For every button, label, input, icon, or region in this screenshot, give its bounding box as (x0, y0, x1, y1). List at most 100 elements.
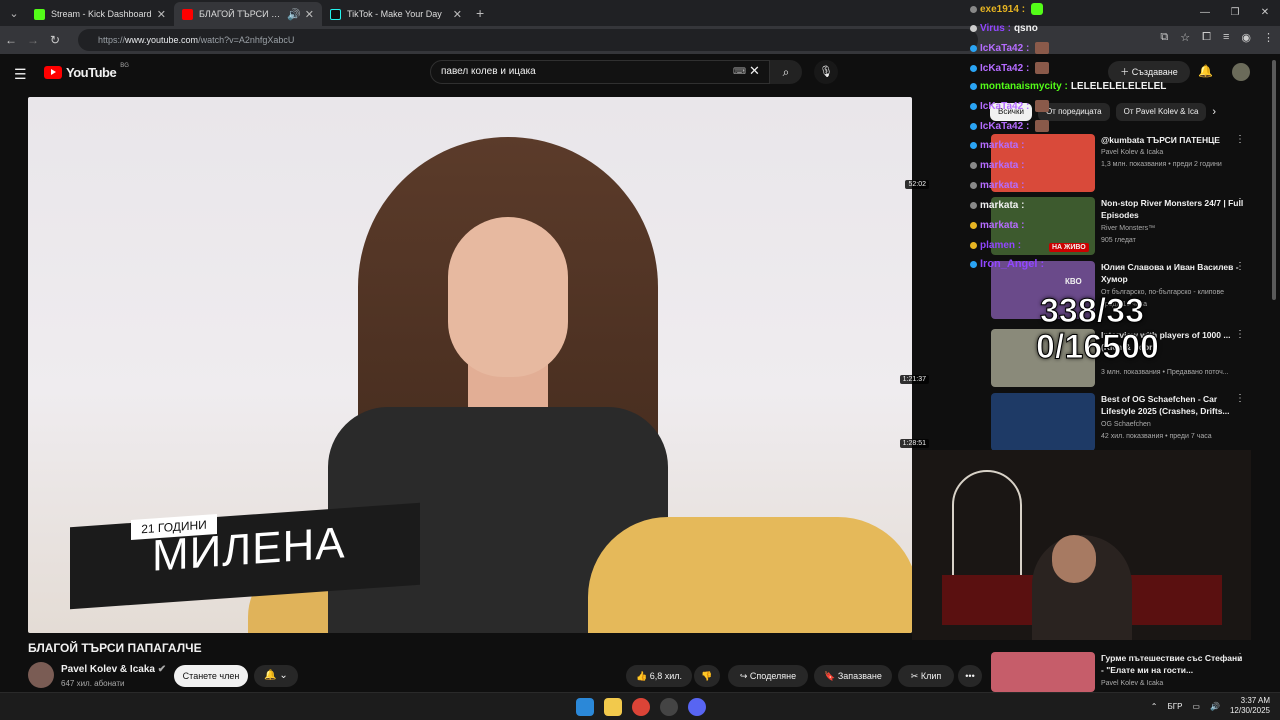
obs-icon[interactable] (660, 698, 678, 716)
new-tab-button[interactable]: + (476, 5, 484, 21)
chat-message: IcKaTa42 : (970, 62, 1050, 74)
cast-icon[interactable]: ⧉ (1160, 31, 1168, 44)
suggested-channel[interactable]: Pavel Kolev & Icaka (1101, 149, 1163, 156)
suggested-video[interactable]: НА ЖИВО Non-stop River Monsters 24/7 | F… (991, 197, 1261, 255)
share-label: Споделяне (749, 671, 797, 681)
reload-icon[interactable]: ↻ (44, 33, 66, 47)
suggested-channel[interactable]: River Monsters™ (1101, 225, 1155, 232)
clock[interactable]: 3:37 AM 12/30/2025 (1230, 696, 1270, 716)
more-vert-icon[interactable]: ⋮ (1235, 329, 1245, 340)
close-icon[interactable]: ✕ (157, 8, 166, 21)
create-button[interactable]: ＋ Създаване (1108, 61, 1190, 83)
chat-user: markata : (980, 200, 1025, 211)
dislike-button[interactable]: 👎 (694, 665, 720, 687)
share-button[interactable]: ↪ Споделяне (728, 665, 808, 687)
notifications-button[interactable]: 🔔 ⌄ (254, 665, 298, 687)
profile-icon[interactable]: ◉ (1241, 31, 1251, 44)
avatar[interactable] (1232, 63, 1250, 81)
language-indicator[interactable]: БГР (1168, 702, 1183, 711)
close-icon[interactable]: ✕ (453, 8, 462, 21)
badge-icon (970, 142, 977, 149)
bell-icon[interactable]: 🔔 (1198, 64, 1213, 78)
search-button[interactable]: ⌕ (770, 60, 802, 84)
more-actions-button[interactable]: ••• (958, 665, 982, 687)
keyboard-icon[interactable]: ⌨ (733, 66, 746, 77)
video-player[interactable]: 21 ГОДИНИ МИЛЕНА (28, 97, 912, 633)
channel-avatar[interactable] (28, 662, 54, 688)
chip-channel[interactable]: От Pavel Kolev & Ica (1115, 103, 1207, 121)
volume-icon[interactable]: 🔊 (1210, 702, 1220, 711)
mic-icon: 🎙 (819, 66, 833, 78)
save-button[interactable]: 🔖 Запазване (814, 665, 892, 687)
clip-label: Клип (920, 671, 942, 681)
chat-user: IcKaTa42 : (980, 100, 1030, 112)
more-vert-icon[interactable]: ⋮ (1235, 197, 1245, 208)
suggested-title[interactable]: Best of OG Schaefchen - Car Lifestyle 20… (1101, 393, 1246, 417)
search-input[interactable]: павел колев и ицака (430, 60, 770, 84)
windows-start-icon[interactable] (576, 698, 594, 716)
suggested-video[interactable]: 52:02 @kumbata ТЪРСИ ПАТЕНЦЕ Pavel Kolev… (905, 134, 1261, 192)
save-label: Запазване (837, 671, 882, 681)
emote-icon (1035, 100, 1050, 112)
thumbs-down-icon: 👎 (701, 671, 713, 681)
join-button[interactable]: Станете член (174, 665, 248, 687)
network-icon[interactable]: ▭ (1192, 702, 1200, 711)
suggested-title[interactable]: Гурме пътешествие със Стефани - "Елате м… (1101, 652, 1246, 676)
clip-button[interactable]: ✂ Клип (898, 665, 954, 687)
chrome-icon[interactable] (632, 698, 650, 716)
suggested-video[interactable]: Гурме пътешествие със Стефани - "Елате м… (991, 652, 1261, 692)
emote-icon (1031, 3, 1044, 15)
file-explorer-icon[interactable] (604, 698, 622, 716)
speaker-icon[interactable]: 🔊 (287, 8, 301, 21)
tab-title: TikTok - Make Your Day (347, 9, 442, 19)
back-icon[interactable]: ← (0, 33, 22, 47)
chat-user: markata : (980, 180, 1025, 191)
more-vert-icon[interactable]: ⋮ (1235, 652, 1245, 663)
chat-message: Virus : qsno (970, 23, 1038, 34)
more-vert-icon[interactable]: ⋮ (1235, 261, 1245, 272)
chat-user: plamen : (980, 240, 1022, 251)
close-icon[interactable]: ✕ (305, 8, 314, 21)
close-window-icon[interactable]: ✕ (1250, 0, 1280, 26)
video-thumbnail[interactable]: 1:28:51 (899, 393, 1095, 451)
tab-youtube[interactable]: БЛАГОЙ ТЪРСИ ПАПАГАЛЧЕ 🔊 ✕ (174, 2, 322, 26)
suggested-title[interactable]: Юлия Славова и Иван Василев - Хумор (1101, 261, 1246, 285)
suggested-title[interactable]: Non-stop River Monsters 24/7 | Full Epis… (1101, 197, 1246, 221)
mic-button[interactable]: 🎙 (814, 60, 838, 84)
youtube-logo[interactable]: YouTube BG (44, 63, 129, 80)
clear-icon[interactable]: ✕ (749, 63, 760, 79)
url-field[interactable]: https://www.youtube.com/watch?v=A2nhfgXa… (78, 29, 978, 51)
suggested-channel[interactable]: Pavel Kolev & Icaka (1101, 680, 1163, 687)
channel-name[interactable]: Pavel Kolev & Icaka ✔ (61, 664, 166, 675)
video-thumbnail[interactable] (991, 652, 1095, 692)
minimize-icon[interactable]: — (1190, 0, 1220, 26)
goal-counter-2: 0/16500 (1036, 328, 1160, 367)
extensions-icon[interactable]: ⧠ (1202, 31, 1211, 44)
suggested-video[interactable]: 1:28:51 Best of OG Schaefchen - Car Life… (899, 393, 1261, 451)
tab-kick[interactable]: Stream - Kick Dashboard ✕ (26, 2, 174, 26)
chevron-down-icon: ⌄ (279, 670, 288, 681)
youtube-icon (182, 8, 193, 20)
badge-icon (970, 5, 977, 13)
chat-message: IcKaTa42 : (970, 42, 1050, 54)
chevron-right-icon[interactable]: › (1212, 103, 1216, 123)
menu-dots-icon[interactable]: ⋮ (1263, 31, 1274, 44)
tab-tiktok[interactable]: TikTok - Make Your Day ✕ (322, 2, 470, 26)
suggested-title[interactable]: @kumbata ТЪРСИ ПАТЕНЦЕ (1101, 134, 1246, 146)
forward-icon[interactable]: → (22, 33, 44, 47)
suggested-channel[interactable]: OG Schaefchen (1101, 421, 1151, 428)
page-scrollbar[interactable] (1272, 60, 1276, 300)
maximize-icon[interactable]: ❐ (1220, 0, 1250, 26)
chevron-up-icon[interactable]: ⌃ (1151, 702, 1158, 711)
chat-message: markata : (970, 200, 1027, 211)
more-vert-icon[interactable]: ⋮ (1235, 134, 1245, 145)
more-vert-icon[interactable]: ⋮ (1235, 393, 1245, 404)
media-icon[interactable]: ≡ (1223, 31, 1229, 44)
discord-icon[interactable] (688, 698, 706, 716)
suggested-meta: 3 млн. показвания • Предавано поточ... (1101, 369, 1229, 376)
like-button[interactable]: 👍 6,8 хил. (626, 665, 692, 687)
bookmark-star-icon[interactable]: ☆ (1180, 31, 1190, 44)
chat-message: markata : (970, 180, 1027, 191)
menu-icon[interactable]: ☰ (14, 66, 27, 83)
tab-search-button[interactable]: ⌄ (2, 3, 26, 23)
